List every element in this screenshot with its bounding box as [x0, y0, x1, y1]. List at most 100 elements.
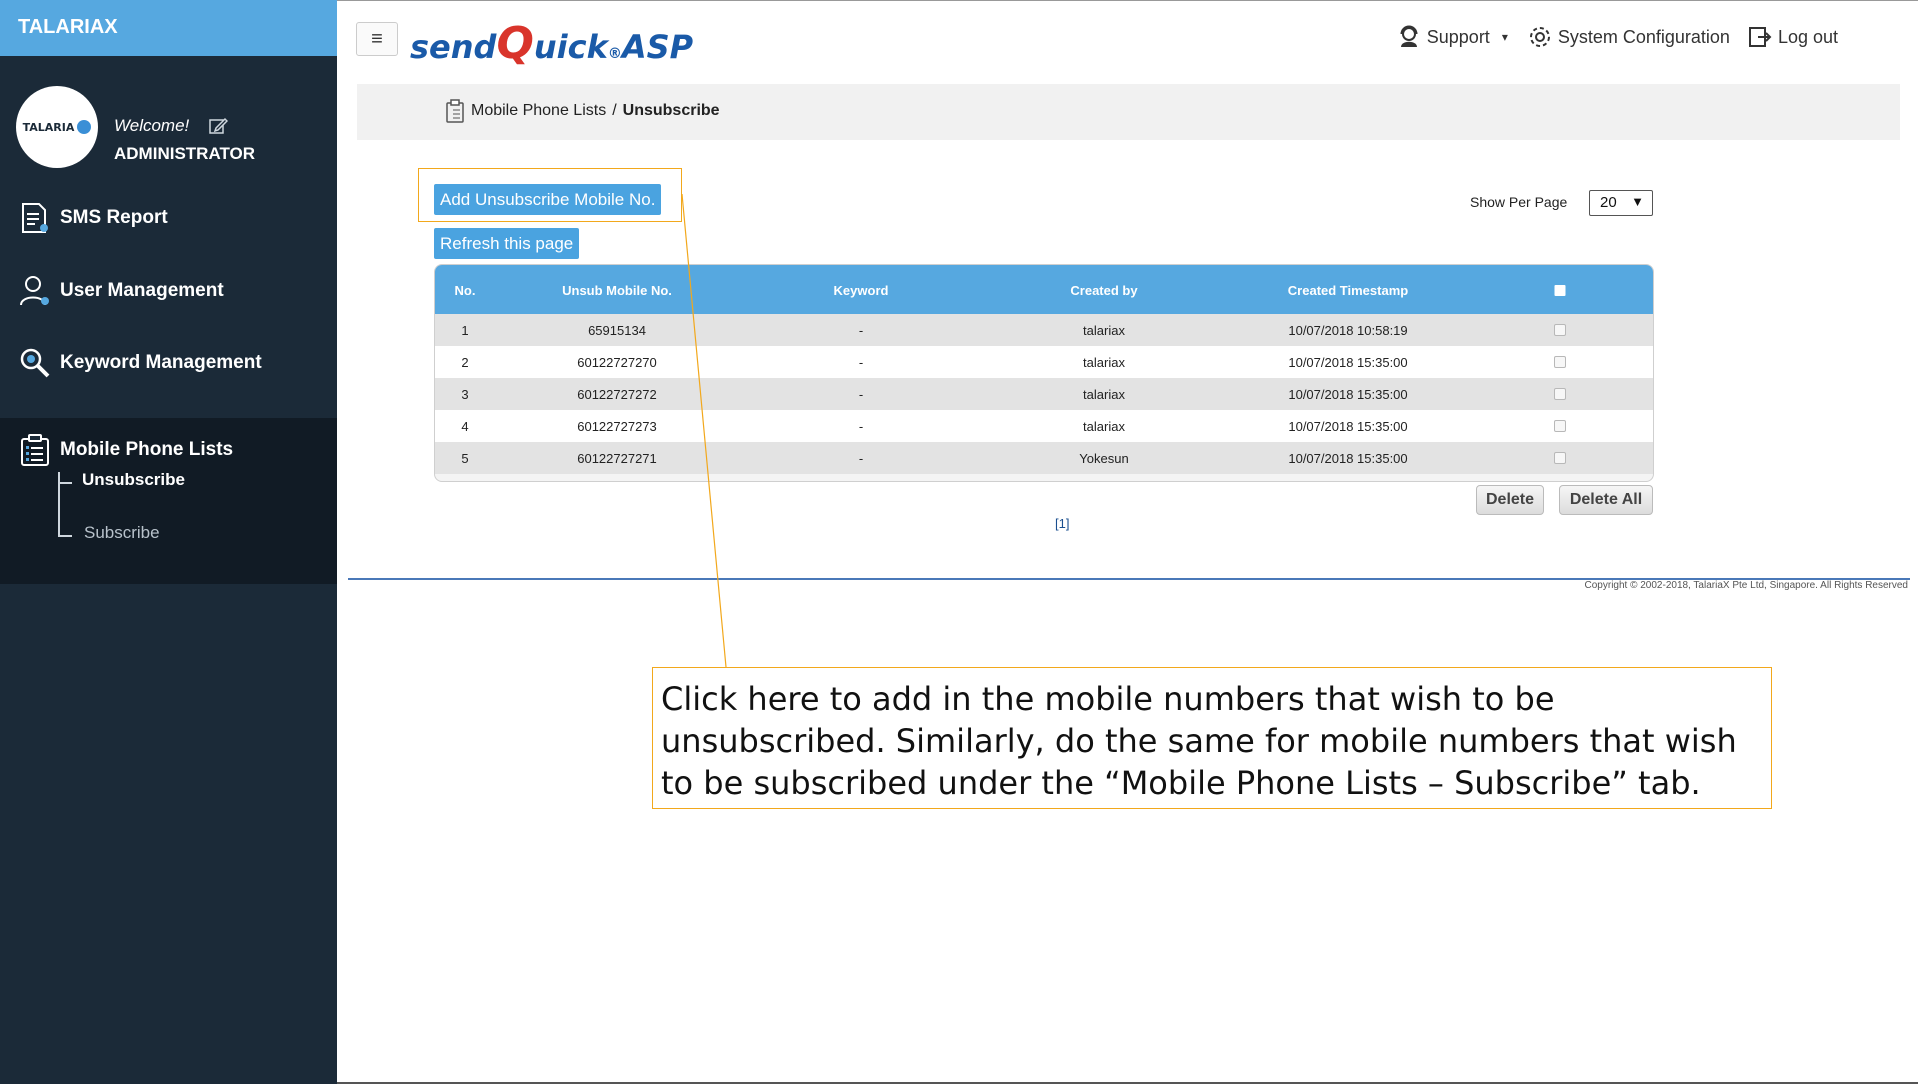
cell-mobile: 60122727270 — [577, 355, 657, 370]
callout-annotation: Click here to add in the mobile numbers … — [652, 667, 1772, 809]
sidebar-item-label: User Management — [60, 280, 224, 301]
user-name: ADMINISTRATOR — [114, 144, 256, 163]
hamburger-icon: ≡ — [371, 27, 383, 50]
sidebar-item-keyword-management[interactable]: Keyword Management — [18, 343, 262, 383]
submenu-tree-tick — [58, 482, 72, 484]
sidebar-item-label: Mobile Phone Lists — [60, 439, 234, 460]
table-row: 2 60122727270 - talariax 10/07/2018 15:3… — [435, 346, 1653, 378]
top-border — [337, 0, 1918, 1]
row-checkbox[interactable] — [1554, 324, 1566, 336]
menu-toggle-button[interactable]: ≡ — [356, 22, 398, 56]
sidebar-item-mobile-phone-lists[interactable]: Mobile Phone Lists — [18, 430, 233, 470]
delete-button[interactable]: Delete — [1476, 485, 1544, 515]
clipboard-icon — [446, 99, 464, 123]
per-page-value: 20 — [1600, 194, 1617, 211]
sidebar: TALARIAX TALARIA Welcome! ADMINISTRATOR … — [0, 0, 337, 1084]
avatar: TALARIA — [16, 86, 98, 168]
logo-text-q: Q — [496, 18, 534, 69]
table-row: 1 65915134 - talariax 10/07/2018 10:58:1… — [435, 314, 1653, 346]
cell-keyword: - — [858, 451, 864, 466]
per-page-select[interactable]: 20 ▼ — [1589, 190, 1653, 216]
sidebar-item-sms-report[interactable]: SMS Report — [18, 198, 168, 238]
cell-timestamp: 10/07/2018 15:35:00 — [1288, 419, 1408, 434]
sendquick-logo: send Q uick ® ASP — [410, 18, 694, 69]
breadcrumb-parent[interactable]: Mobile Phone Lists — [471, 102, 606, 120]
cell-no: 3 — [461, 387, 469, 402]
keyword-search-icon — [20, 348, 50, 378]
row-checkbox[interactable] — [1554, 356, 1566, 368]
company-logo: TALARIA — [23, 120, 92, 134]
cell-mobile: 60122727273 — [577, 419, 657, 434]
chevron-down-icon: ▾ — [1501, 30, 1508, 44]
select-all-checkbox[interactable] — [1554, 285, 1566, 296]
highlight-box — [418, 168, 682, 222]
table-row: 4 60122727273 - talariax 10/07/2018 15:3… — [435, 410, 1653, 442]
welcome-text: Welcome! — [114, 116, 190, 135]
brand-name: TALARIAX — [18, 16, 118, 38]
row-checkbox[interactable] — [1554, 388, 1566, 400]
submenu-item-subscribe[interactable]: Subscribe — [84, 523, 160, 543]
system-configuration-label: System Configuration — [1557, 26, 1730, 47]
cell-no: 2 — [461, 355, 469, 370]
report-icon — [22, 203, 48, 233]
logout-icon — [1748, 27, 1772, 47]
breadcrumb-current: Unsubscribe — [622, 102, 720, 119]
cell-created-by: talariax — [1083, 323, 1125, 338]
column-header-timestamp: Created Timestamp — [1287, 283, 1409, 298]
support-menu[interactable]: Support ▾ — [1397, 25, 1508, 49]
user-profile: TALARIA Welcome! ADMINISTRATOR — [16, 86, 316, 170]
cell-keyword: - — [858, 387, 864, 402]
callout-text: Click here to add in the mobile numbers … — [661, 680, 1737, 802]
cell-created-by: talariax — [1083, 419, 1125, 434]
support-label: Support — [1426, 26, 1490, 47]
gear-icon — [1529, 27, 1550, 47]
cell-no: 5 — [461, 451, 469, 466]
logo-registered-mark: ® — [607, 46, 622, 62]
cell-keyword: - — [858, 419, 864, 434]
refresh-page-button[interactable]: Refresh this page — [434, 228, 580, 259]
table-row: 5 60122727271 - Yokesun 10/07/2018 15:35… — [435, 442, 1653, 474]
sidebar-item-label: Keyword Management — [60, 352, 262, 373]
pagination-page-link[interactable]: [1] — [1055, 516, 1069, 531]
cell-mobile: 60122727271 — [577, 451, 657, 466]
sidebar-item-label: SMS Report — [60, 207, 168, 228]
cell-mobile: 60122727272 — [577, 387, 657, 402]
column-header-keyword: Keyword — [833, 283, 889, 298]
breadcrumb-bar: Mobile Phone Lists / Unsubscribe — [357, 84, 1900, 140]
logo-mark-icon — [77, 120, 92, 134]
cell-keyword: - — [858, 355, 864, 370]
logo-text-uick: uick — [533, 28, 608, 66]
column-header-mobile: Unsub Mobile No. — [562, 283, 672, 298]
logo-text-asp: ASP — [621, 28, 694, 66]
submenu-item-unsubscribe[interactable]: Unsubscribe — [82, 470, 185, 490]
cell-timestamp: 10/07/2018 15:35:00 — [1288, 355, 1408, 370]
table-row: 3 60122727272 - talariax 10/07/2018 15:3… — [435, 378, 1653, 410]
cell-no: 1 — [461, 323, 469, 338]
top-links: Support ▾ System Configuration Log out — [1397, 22, 1838, 52]
clipboard-list-icon — [21, 434, 49, 466]
cell-created-by: Yokesun — [1079, 451, 1129, 466]
log-out-link[interactable]: Log out — [1748, 25, 1838, 49]
cell-timestamp: 10/07/2018 15:35:00 — [1288, 387, 1408, 402]
row-checkbox[interactable] — [1554, 420, 1566, 432]
cell-keyword: - — [858, 323, 864, 338]
dropdown-arrow-icon: ▼ — [1631, 194, 1644, 209]
submenu-tree-tick — [58, 535, 72, 537]
breadcrumb-separator: / — [612, 102, 617, 119]
cell-created-by: talariax — [1083, 387, 1125, 402]
table-header: No. Unsub Mobile No. Keyword Created by … — [435, 265, 1653, 314]
log-out-label: Log out — [1777, 26, 1838, 47]
sidebar-item-user-management[interactable]: User Management — [18, 271, 224, 311]
column-header-created-by: Created by — [1070, 283, 1138, 298]
show-per-page-label: Show Per Page — [1470, 194, 1568, 210]
delete-all-button[interactable]: Delete All — [1559, 485, 1653, 515]
row-checkbox[interactable] — [1554, 452, 1566, 464]
cell-mobile: 65915134 — [588, 323, 646, 338]
support-agent-icon — [1400, 25, 1418, 47]
unsubscribe-table: No. Unsub Mobile No. Keyword Created by … — [434, 264, 1654, 482]
system-configuration-link[interactable]: System Configuration — [1528, 25, 1730, 49]
logo-text-send: send — [410, 28, 497, 66]
edit-profile-icon[interactable] — [208, 116, 228, 136]
cell-timestamp: 10/07/2018 10:58:19 — [1288, 323, 1408, 338]
column-header-no: No. — [454, 283, 476, 298]
